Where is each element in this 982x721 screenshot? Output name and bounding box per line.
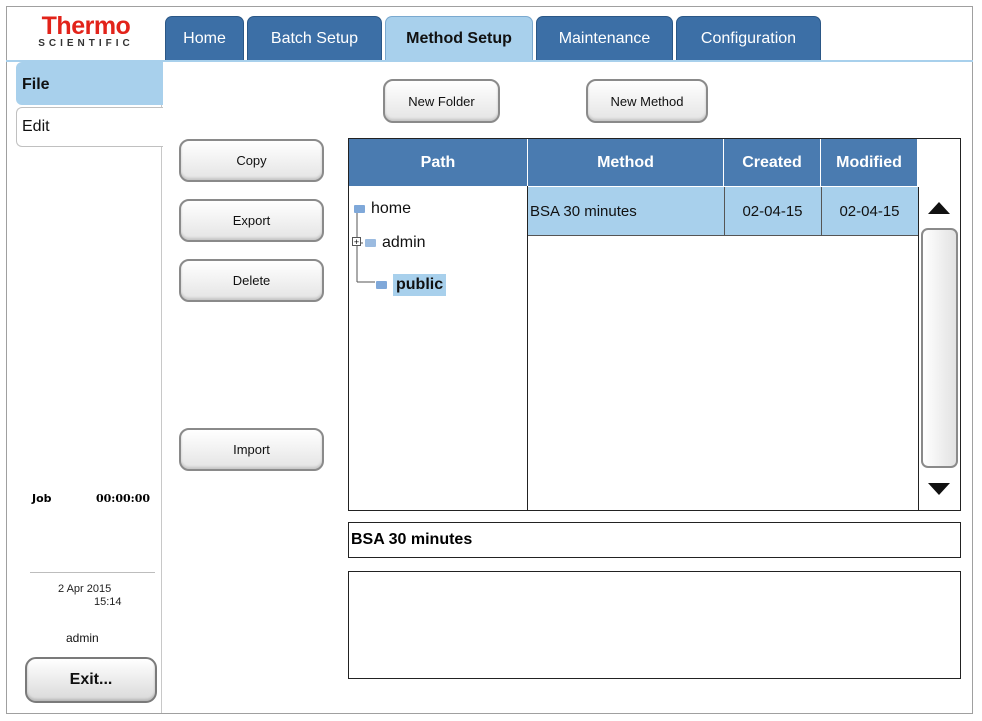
column-header-path[interactable]: Path xyxy=(349,139,528,186)
column-header-modified[interactable]: Modified xyxy=(821,139,918,186)
scroll-down-icon[interactable] xyxy=(928,483,950,495)
exit-button[interactable]: Exit... xyxy=(25,657,157,703)
row-divider xyxy=(821,187,822,235)
tree-node-label: public xyxy=(393,274,447,296)
cell-created: 02-04-15 xyxy=(742,202,803,220)
job-label: Job xyxy=(32,492,52,505)
selected-method-name: BSA 30 minutes xyxy=(348,522,961,558)
tab-maintenance[interactable]: Maintenance xyxy=(536,16,673,60)
tab-batch-setup[interactable]: Batch Setup xyxy=(247,16,382,60)
import-button[interactable]: Import xyxy=(179,428,324,471)
method-description xyxy=(348,571,961,679)
tab-home[interactable]: Home xyxy=(165,16,244,60)
current-time: 15:14 xyxy=(94,596,122,608)
current-date: 2 Apr 2015 xyxy=(58,583,112,595)
tree-node-label: admin xyxy=(382,234,426,251)
header-corner xyxy=(918,139,960,186)
tree-node-admin[interactable]: admin xyxy=(365,234,426,252)
tree-node-label: home xyxy=(371,200,412,217)
sidebar-item-file[interactable]: File xyxy=(16,62,163,105)
expand-icon[interactable]: + xyxy=(352,237,361,247)
scroll-up-icon[interactable] xyxy=(928,202,950,214)
tab-configuration[interactable]: Configuration xyxy=(676,16,821,60)
scrollbar-thumb[interactable] xyxy=(921,228,958,468)
row-divider xyxy=(724,187,725,235)
column-header-created[interactable]: Created xyxy=(724,139,821,186)
logo-text: Thermo xyxy=(41,12,131,40)
logo-subtext: SCIENTIFIC xyxy=(38,38,134,49)
job-timer: 00:00:00 xyxy=(96,492,151,505)
column-header-method[interactable]: Method xyxy=(528,139,724,186)
cell-method: BSA 30 minutes xyxy=(530,202,637,220)
sidebar-item-edit[interactable]: Edit xyxy=(16,107,163,147)
folder-icon xyxy=(365,239,376,247)
thermo-scientific-logo: Thermo SCIENTIFIC xyxy=(18,14,154,60)
folder-icon xyxy=(354,205,365,213)
tree-node-public[interactable]: public xyxy=(376,274,447,296)
new-method-button[interactable]: New Method xyxy=(586,79,708,123)
cell-modified: 02-04-15 xyxy=(839,202,900,220)
row-bottom-line xyxy=(528,235,918,236)
left-panel xyxy=(7,62,162,713)
copy-button[interactable]: Copy xyxy=(179,139,324,182)
tab-method-setup[interactable]: Method Setup xyxy=(385,16,533,60)
export-button[interactable]: Export xyxy=(179,199,324,242)
current-user: admin xyxy=(66,631,99,645)
new-folder-button[interactable]: New Folder xyxy=(383,79,500,123)
tree-node-home[interactable]: home xyxy=(354,200,411,218)
delete-button[interactable]: Delete xyxy=(179,259,324,302)
folder-icon xyxy=(376,281,387,289)
sidebar-divider xyxy=(30,572,155,573)
